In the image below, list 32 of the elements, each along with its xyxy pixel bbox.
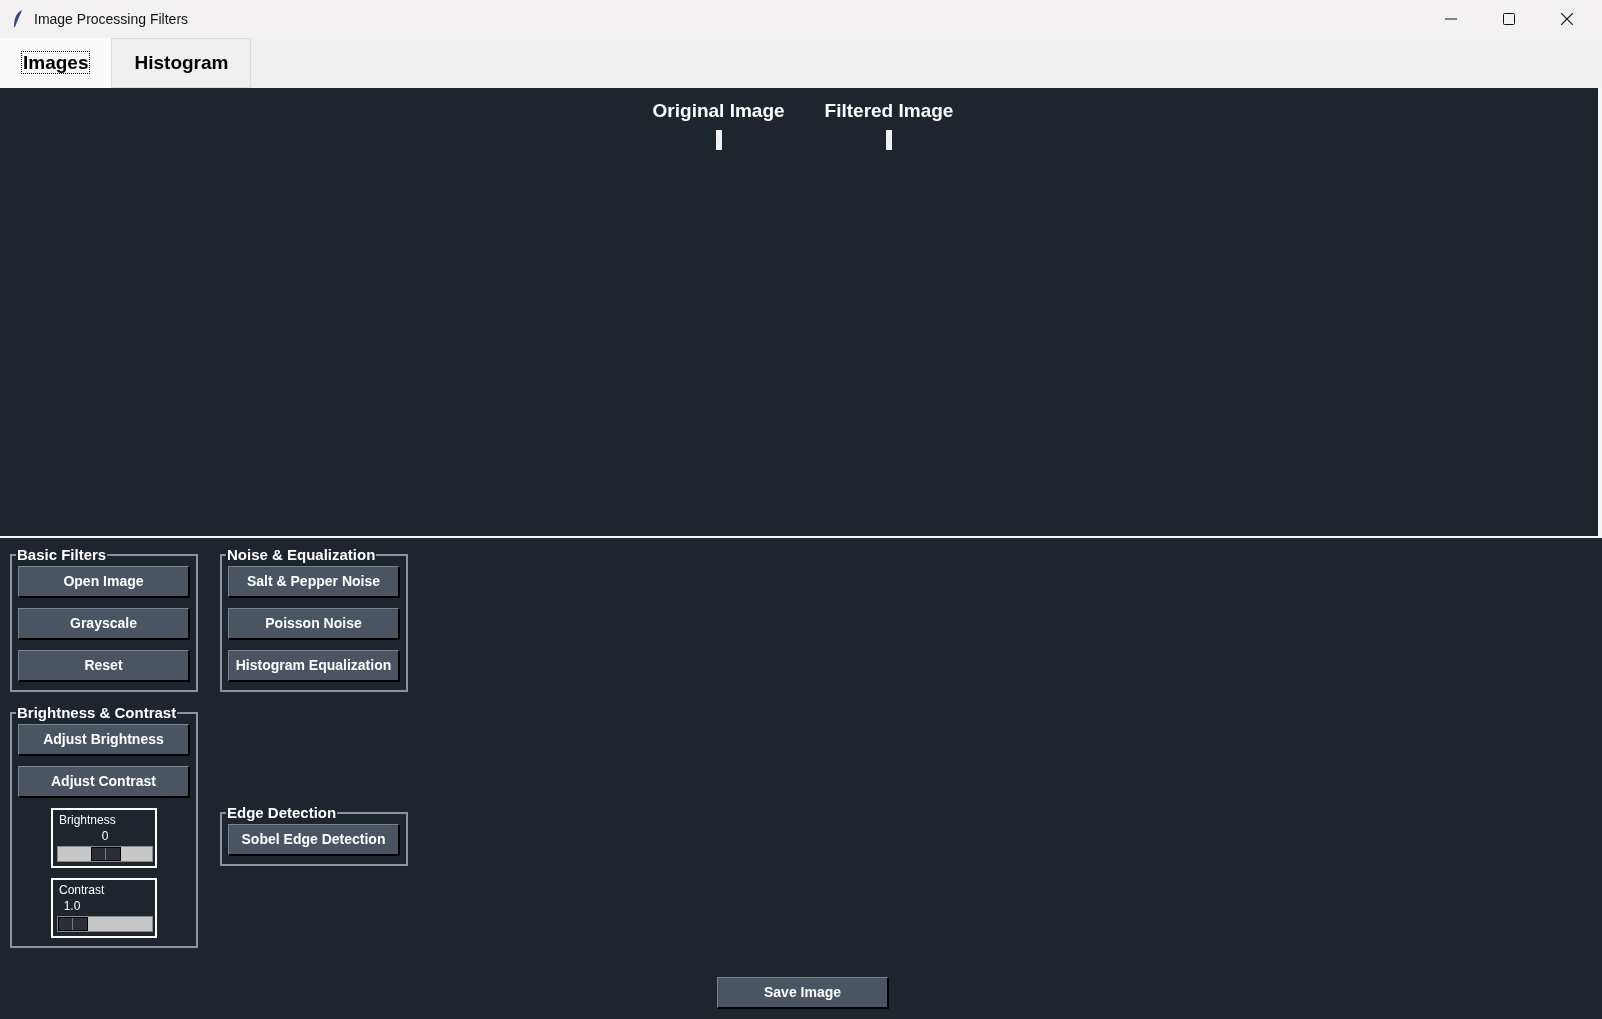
action-button[interactable]: Histogram Equalization: [228, 650, 400, 682]
image-placeholder: [886, 130, 892, 150]
image-title: Original Image: [652, 99, 785, 123]
slider-thumb[interactable]: [58, 917, 88, 931]
close-icon: [1561, 13, 1573, 25]
action-button[interactable]: Adjust Brightness: [18, 724, 190, 756]
maximize-icon: [1503, 13, 1515, 25]
slider-track[interactable]: [57, 846, 153, 862]
action-button[interactable]: Open Image: [18, 566, 190, 598]
action-button[interactable]: Grayscale: [18, 608, 190, 640]
action-button[interactable]: Adjust Contrast: [18, 766, 190, 798]
feather-icon: [12, 9, 24, 29]
group-title: Noise & Equalization: [226, 546, 377, 564]
action-button[interactable]: Poisson Noise: [228, 608, 400, 640]
slider-value: 0: [100, 828, 110, 844]
action-button[interactable]: Salt & Pepper Noise: [228, 566, 400, 598]
group-title: Brightness & Contrast: [16, 704, 178, 722]
group-title: Basic Filters: [16, 546, 108, 564]
image-placeholder: [715, 130, 722, 150]
slider-track[interactable]: [57, 916, 153, 932]
window-title: Image Processing Filters: [34, 9, 189, 29]
group-title: Edge Detection: [226, 804, 338, 822]
image-title: Filtered Image: [824, 99, 954, 123]
slider-thumb[interactable]: [91, 847, 121, 861]
slider-label: Contrast: [58, 882, 106, 898]
action-button[interactable]: Reset: [18, 650, 190, 682]
tab[interactable]: Histogram: [111, 38, 252, 88]
tab[interactable]: Images: [0, 38, 112, 88]
action-button[interactable]: Save Image: [717, 977, 889, 1009]
slider-label: Brightness: [58, 812, 117, 828]
action-button[interactable]: Sobel Edge Detection: [228, 824, 400, 856]
slider-value: 1.0: [62, 898, 82, 914]
